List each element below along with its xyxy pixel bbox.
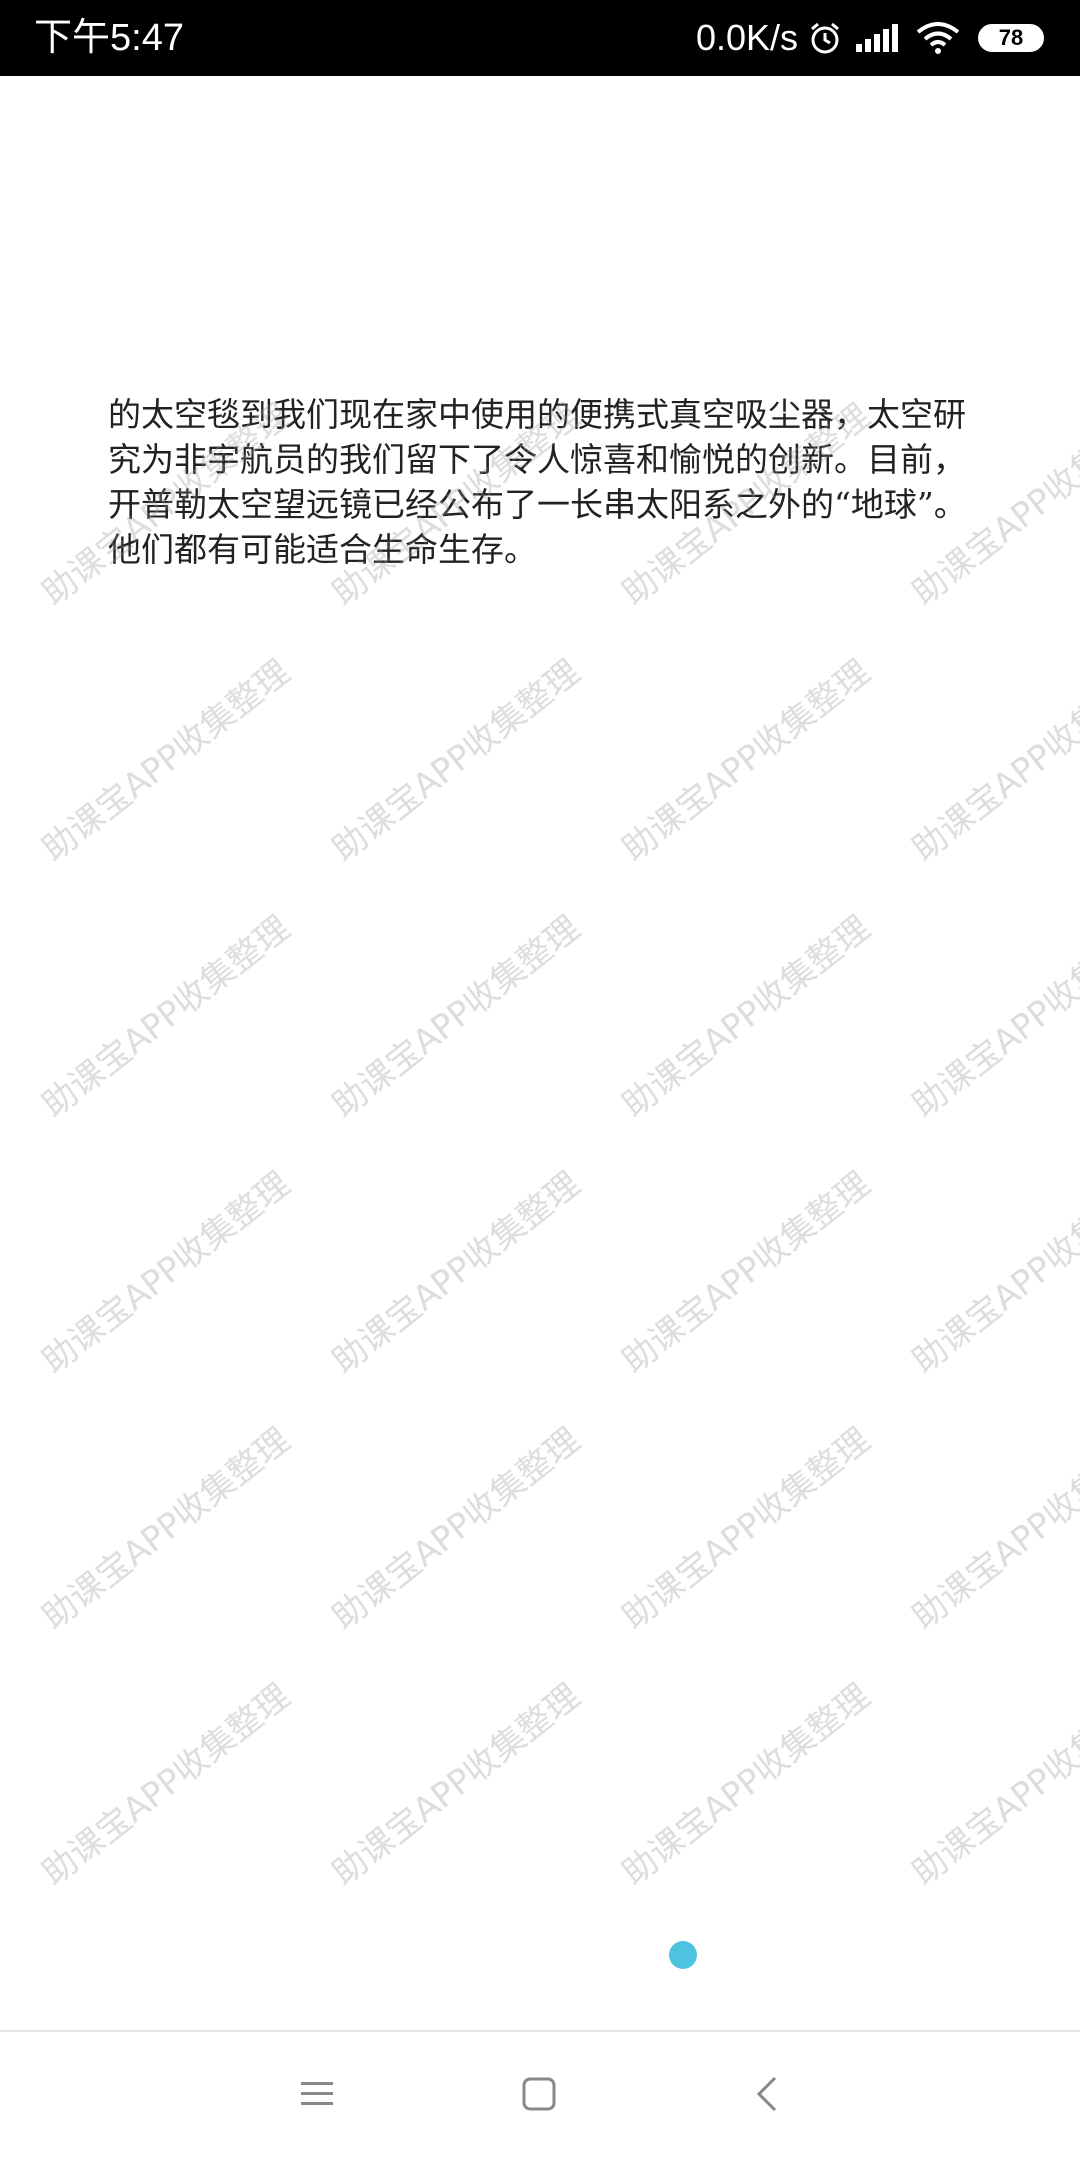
watermark: 助课宝APP收集整理: [614, 1164, 878, 1382]
watermark: 助课宝APP收集整理: [34, 1164, 298, 1382]
battery-icon: 78: [978, 24, 1044, 52]
watermark: 助课宝APP收集整理: [614, 652, 878, 870]
watermark: 助课宝APP收集整理: [324, 1420, 588, 1638]
battery-level: 78: [998, 25, 1024, 50]
watermark: 助课宝APP收集整理: [324, 1676, 588, 1894]
watermark: 助课宝APP收集整理: [34, 1676, 298, 1894]
watermark: 助课宝APP收集整理: [324, 908, 588, 1126]
watermark: 助课宝APP收集整理: [614, 1676, 878, 1894]
network-speed: 0.0K/s: [695, 17, 798, 58]
home-icon: [522, 2077, 556, 2115]
content-paragraph: 的太空毯到我们现在家中使用的便携式真空吸尘器，太空研究为非宇航员的我们留下了令人…: [108, 395, 967, 569]
alarm-icon: [808, 21, 842, 55]
watermark: 助课宝APP收集整理: [324, 652, 588, 870]
watermark: 助课宝APP收集整理: [34, 1420, 298, 1638]
watermark: 助课宝APP收集整理: [904, 908, 1080, 1126]
home-button[interactable]: [479, 2032, 599, 2160]
back-button[interactable]: [707, 2032, 827, 2160]
status-icons: 0.0K/s 78: [696, 0, 1080, 76]
watermark: 助课宝APP收集整理: [904, 1164, 1080, 1382]
wifi-icon: [916, 22, 960, 54]
watermark: 助课宝APP收集整理: [614, 908, 878, 1126]
watermark: 助课宝APP收集整理: [34, 652, 298, 870]
status-bar: 下午5:47 0.0K/s 78: [0, 0, 1080, 76]
watermark: 助课宝APP收集整理: [904, 1676, 1080, 1894]
navigation-bar: [0, 2030, 1080, 2160]
content-area: 的太空毯到我们现在家中使用的便携式真空吸尘器，太空研究为非宇航员的我们留下了令人…: [0, 76, 1080, 2030]
back-icon: [755, 2076, 779, 2116]
watermark: 助课宝APP收集整理: [904, 1420, 1080, 1638]
status-time: 下午5:47: [34, 17, 184, 59]
menu-button[interactable]: [257, 2032, 377, 2160]
signal-icon: [856, 24, 898, 52]
watermark: 助课宝APP收集整理: [324, 1164, 588, 1382]
watermark: 助课宝APP收集整理: [904, 652, 1080, 870]
watermark-layer: 助课宝APP收集整理 助课宝APP收集整理 助课宝APP收集整理 助课宝APP收…: [0, 76, 1080, 2030]
menu-icon: [299, 2079, 335, 2113]
page-indicator-dot[interactable]: [669, 1941, 697, 1969]
watermark: 助课宝APP收集整理: [34, 908, 298, 1126]
watermark: 助课宝APP收集整理: [614, 1420, 878, 1638]
